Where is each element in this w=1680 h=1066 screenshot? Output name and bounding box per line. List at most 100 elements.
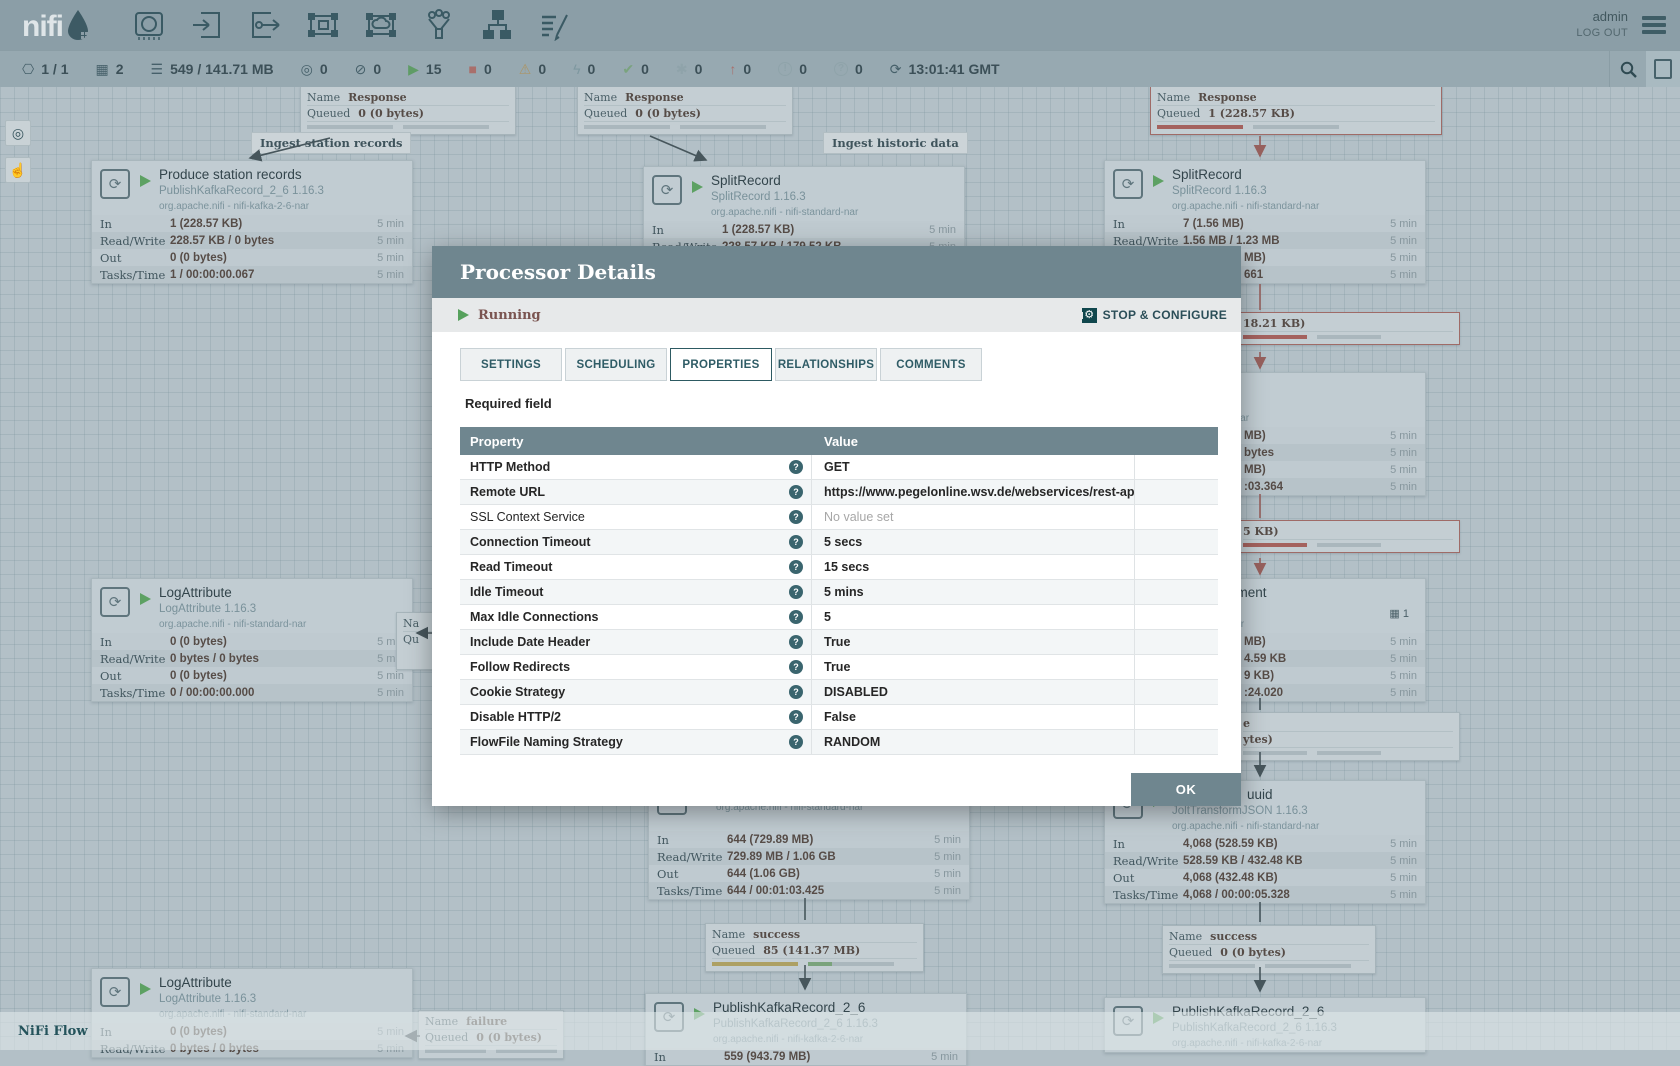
column-value: Value: [812, 434, 1135, 449]
stat-window: 5 min: [1390, 872, 1417, 884]
flow-status-bar: ⎔ 1 / 1 ▦ 2 ☰ 549 / 141.71 MB ◎ 0 ⊘ 0 ▶ …: [0, 50, 1680, 87]
label-value: 18.21 KB): [1243, 317, 1305, 330]
label-value: 1 (228.57 KB): [1208, 107, 1295, 120]
row-spacer: [1135, 530, 1218, 554]
row-spacer: [1135, 580, 1218, 604]
status-icon: ⎔: [22, 62, 34, 76]
stat-label: Tasks/Time: [657, 884, 727, 898]
dialog-tab[interactable]: SCHEDULING: [565, 348, 667, 381]
label-key: Qu: [403, 633, 419, 646]
help-icon[interactable]: ?: [789, 710, 803, 724]
status-count: 0: [743, 61, 751, 77]
processor-produce-station-records[interactable]: ⟳ Produce station records PublishKafkaRe…: [91, 160, 413, 284]
running-icon: [1153, 175, 1164, 187]
help-icon[interactable]: ?: [789, 585, 803, 599]
help-icon[interactable]: ?: [789, 660, 803, 674]
property-value: GET: [812, 455, 1135, 479]
status-count: 0: [695, 61, 703, 77]
property-name-cell: Max Idle Connections ?: [460, 605, 812, 629]
property-name: Disable HTTP/2: [470, 710, 561, 724]
help-icon[interactable]: ?: [789, 460, 803, 474]
process-group-tool-icon[interactable]: [307, 9, 339, 41]
dialog-tab[interactable]: RELATIONSHIPS: [775, 348, 877, 381]
property-value: True: [812, 655, 1135, 679]
processor-splitrecord-mid[interactable]: ⟳ SplitRecord SplitRecord 1.16.3 org.apa…: [643, 166, 965, 256]
refresh-icon[interactable]: ⟳: [890, 62, 902, 76]
operate-palette-button[interactable]: ☝: [5, 157, 31, 183]
dialog-tab[interactable]: COMMENTS: [880, 348, 982, 381]
processor-icon: ⟳: [100, 587, 130, 617]
processor-logattribute[interactable]: ⟳ LogAttribute LogAttribute 1.16.3 org.a…: [91, 578, 413, 702]
stat-window: 5 min: [1390, 269, 1417, 281]
stat-label: Read/Write: [657, 850, 727, 864]
status-count: 549 / 141.71 MB: [170, 61, 274, 77]
settings-panel-button[interactable]: [1646, 51, 1680, 87]
last-refreshed[interactable]: ⟳ 13:01:41 GMT: [890, 61, 1000, 77]
help-icon[interactable]: ?: [789, 685, 803, 699]
processor-tool-icon[interactable]: [133, 9, 165, 41]
canvas-label-ingest-historic-data[interactable]: Ingest historic data: [823, 132, 968, 154]
property-value: https://www.pegelonline.wsv.de/webservic…: [812, 480, 1135, 504]
running-icon: [140, 593, 151, 605]
property-name-cell: Connection Timeout ?: [460, 530, 812, 554]
connection-label-response-1[interactable]: NameResponse Queued0 (0 bytes): [300, 86, 516, 135]
help-icon[interactable]: ?: [789, 635, 803, 649]
processor-stat-row: Out 644 (1.06 GB) 5 min: [649, 865, 969, 882]
processor-stat-row: In 0 (0 bytes) 5 min: [92, 633, 412, 650]
help-icon[interactable]: ?: [789, 485, 803, 499]
locally-modified: ✱ 0: [676, 61, 703, 77]
help-icon[interactable]: ?: [789, 510, 803, 524]
row-spacer: [1135, 730, 1218, 754]
stat-label: In: [652, 223, 722, 237]
label-tool-icon[interactable]: [539, 9, 571, 41]
output-port-tool-icon[interactable]: [249, 9, 281, 41]
processor-type: LogAttribute 1.16.3: [159, 602, 306, 616]
remote-process-group-tool-icon[interactable]: [365, 9, 397, 41]
search-button[interactable]: [1609, 51, 1646, 87]
status-icon: ↑: [729, 62, 736, 76]
stat-window: 5 min: [934, 851, 961, 863]
stat-window: 5 min: [1390, 481, 1417, 493]
queue-bars: [307, 125, 509, 129]
processor-type: PublishKafkaRecord_2_6 1.16.3: [159, 184, 324, 198]
connection-label-response-2[interactable]: NameResponse Queued0 (0 bytes): [577, 86, 793, 135]
dialog-tab[interactable]: SETTINGS: [460, 348, 562, 381]
input-port-tool-icon[interactable]: [191, 9, 223, 41]
stat-label: Read/Write: [100, 652, 170, 666]
funnel-tool-icon[interactable]: [423, 9, 455, 41]
property-name: HTTP Method: [470, 460, 550, 474]
help-icon[interactable]: ?: [789, 560, 803, 574]
dialog-title: Processor Details: [460, 260, 656, 284]
label-key: Name: [712, 928, 745, 941]
row-spacer: [1135, 555, 1218, 579]
properties-table[interactable]: Property Value HTTP Method ? GET Remote …: [460, 427, 1218, 755]
help-icon[interactable]: ?: [789, 735, 803, 749]
logout-link[interactable]: LOG OUT: [1576, 25, 1628, 41]
properties-table-header: Property Value: [460, 427, 1218, 455]
connection-label-response-3[interactable]: NameResponse Queued1 (228.57 KB): [1150, 86, 1442, 135]
breadcrumb[interactable]: NiFi Flow: [18, 1024, 88, 1039]
help-icon[interactable]: ?: [789, 610, 803, 624]
stop-and-configure-button[interactable]: ⚙ STOP & CONFIGURE: [1082, 308, 1227, 323]
canvas-label-ingest-station-records[interactable]: Ingest station records: [251, 132, 411, 154]
processor-details-dialog: Processor Details Running ⚙ STOP & CONFI…: [432, 246, 1241, 806]
global-menu-icon[interactable]: [1642, 13, 1666, 37]
connection-label-success-right[interactable]: Namesuccess Queued0 (0 bytes): [1162, 925, 1376, 974]
status-icon: ▦: [95, 62, 108, 76]
processor-stat-row: Out 4,068 (432.48 KB) 5 min: [1105, 869, 1425, 886]
stat-window: 5 min: [1390, 670, 1417, 682]
ok-button[interactable]: OK: [1131, 773, 1241, 806]
running-icon: [692, 181, 703, 193]
dialog-tab[interactable]: PROPERTIES: [670, 348, 772, 381]
refresh-time: 13:01:41 GMT: [909, 61, 1000, 77]
help-icon[interactable]: ?: [789, 535, 803, 549]
template-tool-icon[interactable]: [481, 9, 513, 41]
stat-value: 644 (1.06 GB): [727, 868, 800, 880]
property-name: Include Date Header: [470, 635, 590, 649]
navigate-palette-button[interactable]: ◎: [5, 120, 31, 146]
connection-label-success-mid[interactable]: Namesuccess Queued85 (141.37 MB): [705, 923, 924, 972]
property-name: Connection Timeout: [470, 535, 591, 549]
processor-bundle: org.apache.nifi - nifi-standard-nar: [159, 618, 306, 632]
stat-label: In: [657, 833, 727, 847]
processor-stat-row: In 1 (228.57 KB) 5 min: [92, 215, 412, 232]
